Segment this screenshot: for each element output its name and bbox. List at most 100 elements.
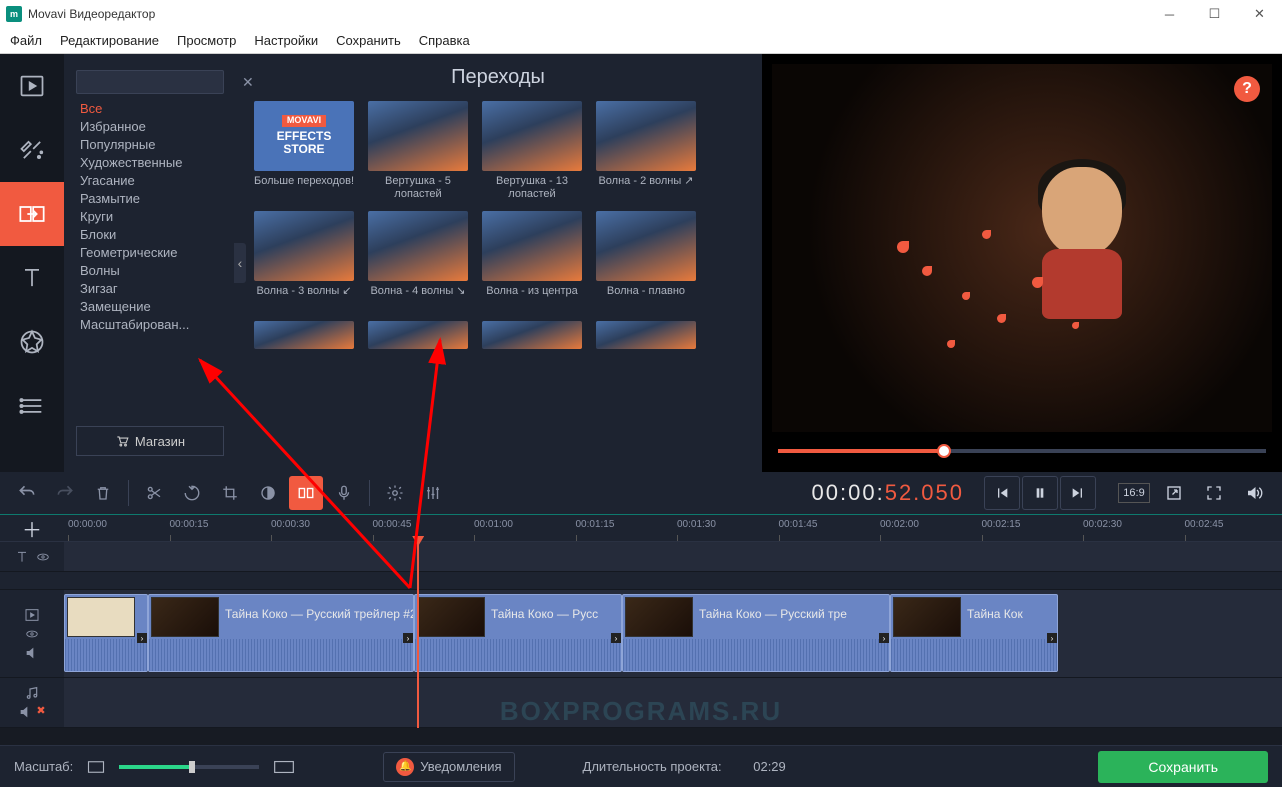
search-input[interactable] [87,75,242,89]
left-toolbar [0,54,64,472]
close-button[interactable]: ✕ [1237,0,1282,28]
minimize-button[interactable]: ─ [1147,0,1192,28]
help-button[interactable]: ? [1234,76,1260,102]
unlink-icon[interactable]: ✖ [36,704,45,720]
category-item[interactable]: Размытие [80,190,234,208]
ruler-tick: 00:00:15 [170,519,209,530]
detach-preview-button[interactable] [1156,476,1192,510]
timeline-clip[interactable]: Тайна Коко — Русский трейлер #2› [148,594,414,672]
zoom-in-icon[interactable] [273,760,295,774]
cut-button[interactable] [137,476,171,510]
color-button[interactable] [251,476,285,510]
timeline-clip[interactable]: Тайна Кок› [890,594,1058,672]
tool-more[interactable] [0,374,64,438]
transition-item[interactable]: Волна - 2 волны ↗ [596,101,696,201]
transition-item[interactable]: MOVAVIEFFECTSSTOREБольше переходов! [254,101,354,201]
notifications-label: Уведомления [420,759,501,774]
category-item[interactable]: Угасание [80,172,234,190]
tool-transitions[interactable] [0,182,64,246]
mute-icon[interactable] [18,704,34,720]
category-item[interactable]: Масштабирован... [80,316,234,334]
category-item[interactable]: Круги [80,208,234,226]
maximize-button[interactable]: ☐ [1192,0,1237,28]
menu-file[interactable]: Файл [10,33,42,48]
category-item[interactable]: Замещение [80,298,234,316]
transition-item[interactable]: Волна - плавно [596,211,696,311]
ruler-tick: 00:00:45 [373,519,412,530]
redo-button[interactable] [48,476,82,510]
ruler-tick: 00:01:15 [576,519,615,530]
category-item[interactable]: Все [80,100,234,118]
tool-titles[interactable] [0,246,64,310]
rotate-button[interactable] [175,476,209,510]
menu-save[interactable]: Сохранить [336,33,401,48]
ruler-tick: 00:02:45 [1185,519,1224,530]
transition-wizard-button[interactable] [289,476,323,510]
zoom-slider[interactable] [119,765,259,769]
category-item[interactable]: Избранное [80,118,234,136]
transition-item[interactable] [254,321,354,349]
window-titlebar: m Movavi Видеоредактор ─ ☐ ✕ [0,0,1282,28]
aspect-ratio-button[interactable]: 16:9 [1116,476,1152,510]
duration-value: 02:29 [753,759,786,774]
crop-button[interactable] [213,476,247,510]
timeline-clip[interactable]: Тайна Коко — Русский тре› [622,594,890,672]
transition-item[interactable] [368,321,468,349]
category-item[interactable]: Художественные [80,154,234,172]
bell-icon: 🔔 [396,758,414,776]
audio-track-icon [24,685,40,701]
timeline-clip[interactable]: Тайна Коко — Русс› [414,594,622,672]
zoom-out-icon[interactable] [87,760,105,774]
clip-properties-button[interactable] [378,476,412,510]
next-button[interactable] [1060,476,1096,510]
transition-item[interactable]: Волна - из центра [482,211,582,311]
video-track: ›Тайна Коко — Русский трейлер #2›Тайна К… [0,590,1282,678]
delete-button[interactable] [86,476,120,510]
notifications-button[interactable]: 🔔 Уведомления [383,752,514,782]
volume-button[interactable] [1236,476,1272,510]
transition-item[interactable]: Волна - 4 волны ↘ [368,211,468,311]
text-track-icon [14,549,30,565]
save-button[interactable]: Сохранить [1098,751,1268,783]
category-item[interactable]: Зигзаг [80,280,234,298]
record-button[interactable] [327,476,361,510]
search-box[interactable]: ✕ [76,70,224,94]
menu-view[interactable]: Просмотр [177,33,236,48]
category-item[interactable]: Блоки [80,226,234,244]
ruler-tick: 00:01:45 [779,519,818,530]
shop-button[interactable]: Магазин [76,426,224,456]
transition-item[interactable] [482,321,582,349]
fullscreen-button[interactable] [1196,476,1232,510]
visibility-icon[interactable] [36,550,50,564]
menu-edit[interactable]: Редактирование [60,33,159,48]
timeline: ＋ 00:00:0000:00:1500:00:3000:00:4500:01:… [0,514,1282,728]
transition-item[interactable] [596,321,696,349]
transition-item[interactable]: Волна - 3 волны ↙ [254,211,354,311]
add-track-button[interactable]: ＋ [0,515,64,541]
prev-button[interactable] [984,476,1020,510]
category-item[interactable]: Волны [80,262,234,280]
equalizer-button[interactable] [416,476,450,510]
tool-filters[interactable] [0,118,64,182]
visibility-icon[interactable] [25,627,39,641]
transition-item[interactable]: Вертушка - 5 лопастей [368,101,468,201]
timeline-clip[interactable]: › [64,594,148,672]
timeline-toolbar: 00:00:52.050 16:9 [0,472,1282,514]
category-item[interactable]: Популярные [80,136,234,154]
window-title: Movavi Видеоредактор [28,7,155,21]
menu-help[interactable]: Справка [419,33,470,48]
tool-stickers[interactable] [0,310,64,374]
ruler-tick: 00:01:30 [677,519,716,530]
menu-settings[interactable]: Настройки [254,33,318,48]
timeline-ruler[interactable]: ＋ 00:00:0000:00:1500:00:3000:00:4500:01:… [0,514,1282,542]
undo-button[interactable] [10,476,44,510]
preview-video[interactable] [772,64,1272,432]
transitions-browser: Переходы MOVAVIEFFECTSSTOREБольше перехо… [234,54,762,472]
pause-button[interactable] [1022,476,1058,510]
category-item[interactable]: Геометрические [80,244,234,262]
title-track [0,542,1282,572]
preview-scrubber[interactable] [778,440,1266,464]
tool-media[interactable] [0,54,64,118]
mute-icon[interactable] [24,645,40,661]
transition-item[interactable]: Вертушка - 13 лопастей [482,101,582,201]
